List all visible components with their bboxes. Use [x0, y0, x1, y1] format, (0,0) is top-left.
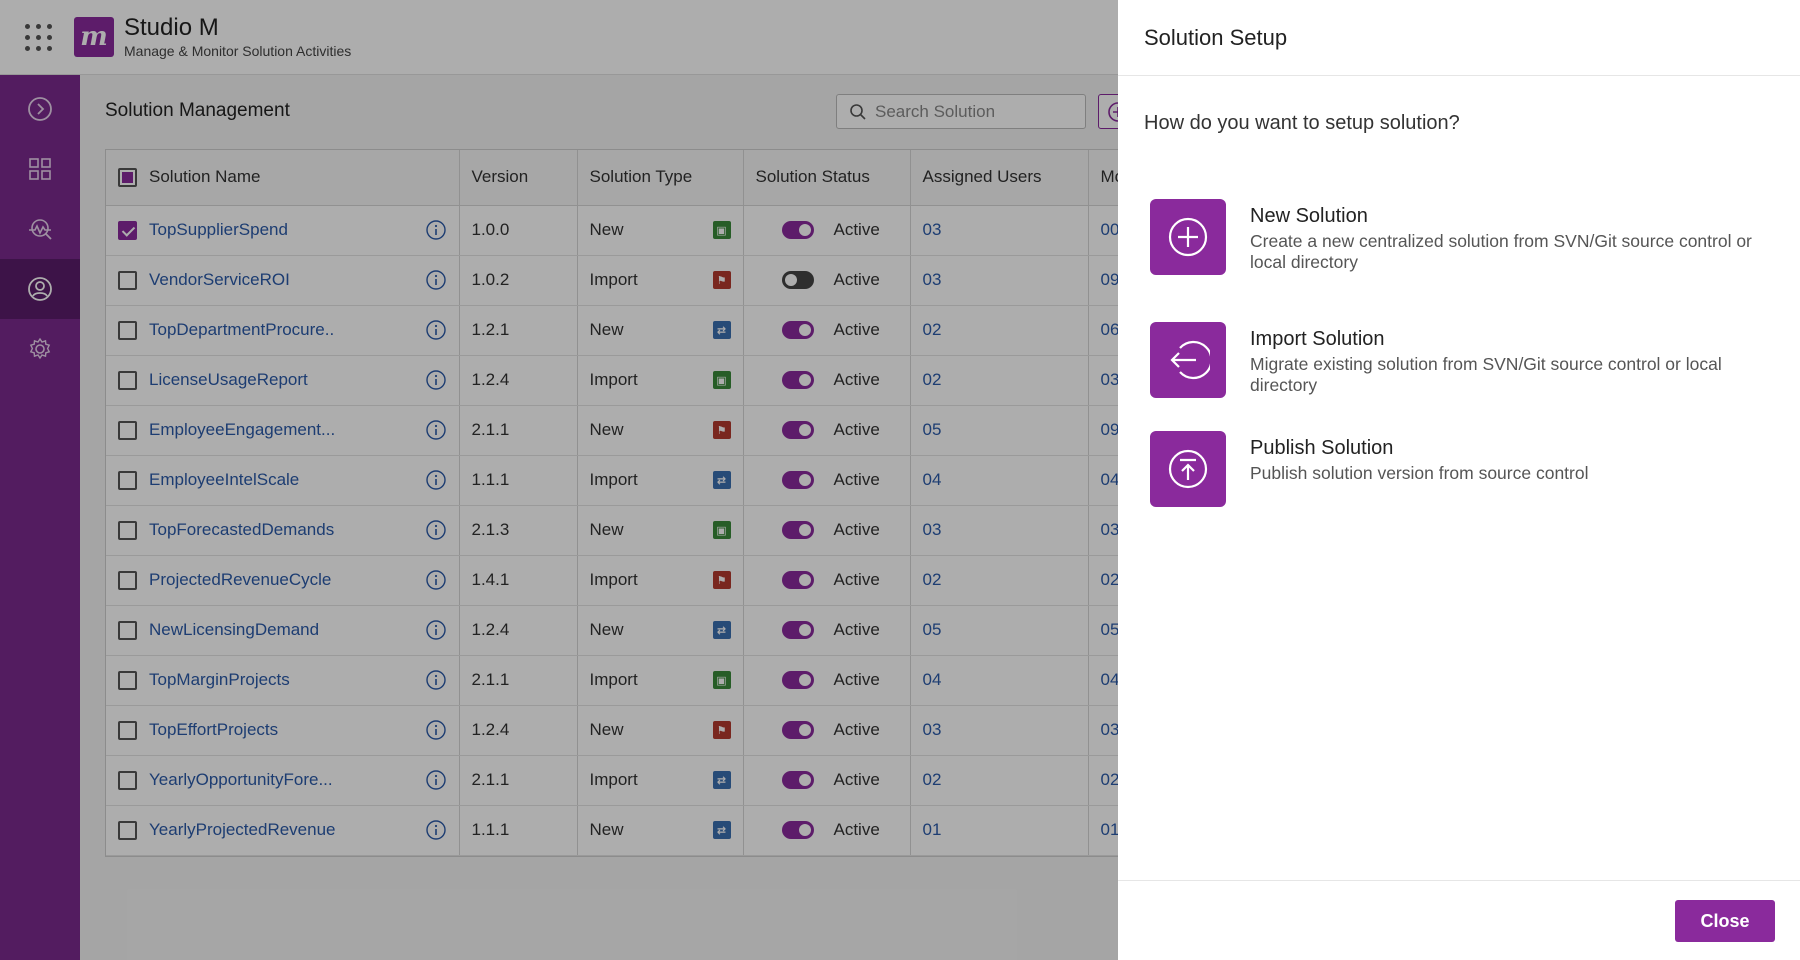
solution-setup-panel: Solution Setup How do you want to setup … — [1118, 0, 1800, 960]
option-description: Create a new centralized solution from S… — [1250, 231, 1752, 272]
import-solution-option[interactable]: Import Solution Migrate existing solutio… — [1150, 322, 1770, 398]
panel-title: Solution Setup — [1118, 0, 1800, 76]
option-description: Publish solution version from source con… — [1250, 463, 1589, 483]
option-title: New Solution — [1250, 205, 1368, 227]
import-solution-icon-tile — [1150, 322, 1226, 398]
option-description: Migrate existing solution from SVN/Git s… — [1250, 354, 1722, 395]
new-solution-icon-tile — [1150, 199, 1226, 275]
close-button[interactable]: Close — [1675, 900, 1775, 942]
upload-arrow-icon — [1168, 449, 1208, 489]
option-title: Publish Solution — [1250, 437, 1394, 459]
new-solution-option[interactable]: New Solution Create a new centralized so… — [1150, 199, 1770, 275]
option-title: Import Solution — [1250, 328, 1385, 350]
modal-backdrop[interactable] — [0, 0, 1118, 960]
publish-solution-icon-tile — [1150, 431, 1226, 507]
plus-circle-icon — [1168, 217, 1208, 257]
setup-question: How do you want to setup solution? — [1144, 112, 1460, 134]
import-arrow-icon — [1170, 340, 1210, 380]
publish-solution-option[interactable]: Publish Solution Publish solution versio… — [1150, 431, 1770, 507]
panel-footer: Close — [1118, 880, 1800, 960]
